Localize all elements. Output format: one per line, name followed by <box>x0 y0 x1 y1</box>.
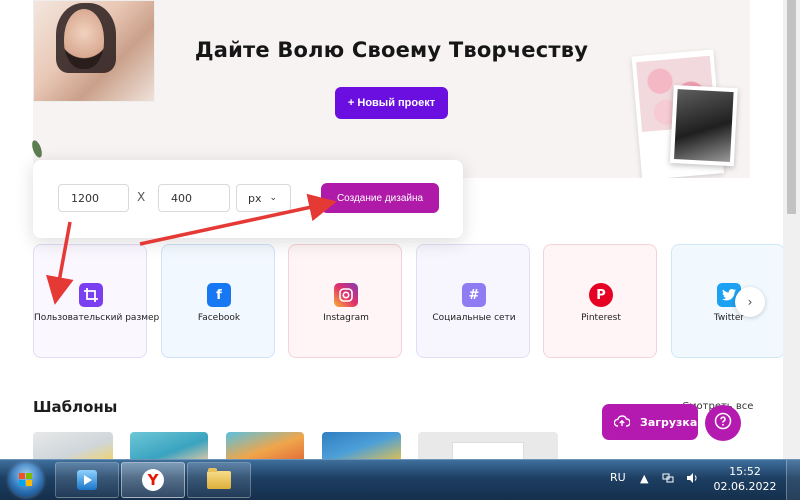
windows-taskbar: Y RU ▲ 15:52 02.06.2022 <box>0 459 800 500</box>
dimension-separator: X <box>137 190 146 204</box>
instagram-icon <box>334 283 358 307</box>
unit-value: px <box>248 191 262 205</box>
templates-title: Шаблоны <box>33 398 118 416</box>
hero-banner: Дайте Волю Своему Творчеству + Новый про… <box>33 0 750 178</box>
upload-button[interactable]: Загрузка <box>602 404 698 440</box>
category-label: Instagram <box>323 313 369 323</box>
taskbar-file-explorer[interactable] <box>187 462 251 498</box>
height-input[interactable]: 400 <box>158 184 230 212</box>
unit-select[interactable]: px ⌄ <box>236 184 291 212</box>
category-facebook[interactable]: f Facebook <box>161 244 275 358</box>
help-button[interactable] <box>705 405 741 441</box>
clock-time: 15:52 <box>729 465 761 478</box>
page-scrollbar[interactable] <box>783 0 800 459</box>
show-desktop-button[interactable] <box>786 460 800 500</box>
clock-date: 02.06.2022 <box>713 480 777 493</box>
tray-arrow-icon[interactable]: ▲ <box>640 472 648 485</box>
template-thumbnail[interactable] <box>33 432 113 459</box>
cloud-upload-icon <box>613 414 631 430</box>
carousel-next-button[interactable]: › <box>735 287 765 317</box>
template-thumbnail[interactable] <box>130 432 208 459</box>
hashtag-icon: # <box>462 283 486 307</box>
category-label: Пользовательский размер <box>34 313 160 323</box>
help-chat-icon <box>714 412 732 434</box>
taskbar-clock[interactable]: 15:52 02.06.2022 <box>712 464 778 494</box>
network-icon[interactable] <box>662 472 674 487</box>
crop-icon <box>79 283 103 307</box>
template-thumbnail[interactable] <box>226 432 304 459</box>
language-indicator[interactable]: RU <box>610 471 626 484</box>
category-label: Twitter <box>713 313 745 323</box>
width-input[interactable]: 1200 <box>58 184 129 212</box>
upload-label: Загрузка <box>640 415 698 429</box>
category-pinterest[interactable]: P Pinterest <box>543 244 657 358</box>
template-thumbnail[interactable] <box>418 432 558 459</box>
start-button[interactable] <box>2 461 50 499</box>
windows-logo-icon <box>9 463 43 497</box>
scrollbar-thumb[interactable] <box>787 0 796 214</box>
new-project-button[interactable]: + Новый проект <box>335 87 448 119</box>
pinterest-icon: P <box>589 283 613 307</box>
volume-icon[interactable] <box>686 472 698 487</box>
category-instagram[interactable]: Instagram <box>288 244 402 358</box>
custom-size-popup: 1200 X 400 px ⌄ Создание дизайна <box>33 160 463 238</box>
category-twitter[interactable]: Twitter <box>671 244 783 358</box>
category-custom-size[interactable]: Пользовательский размер <box>33 244 160 358</box>
chevron-down-icon: ⌄ <box>269 193 278 203</box>
template-thumbnail[interactable] <box>322 432 401 459</box>
hero-photo-collage <box>631 48 743 178</box>
taskbar-yandex-browser[interactable]: Y <box>121 462 185 498</box>
facebook-icon: f <box>207 283 231 307</box>
category-social-networks[interactable]: # Социальные сети <box>416 244 530 358</box>
yandex-browser-icon: Y <box>142 469 164 491</box>
category-label: Pinterest <box>581 313 621 323</box>
media-player-icon <box>77 470 97 490</box>
create-design-button[interactable]: Создание дизайна <box>321 183 439 213</box>
category-label: Социальные сети <box>432 313 516 323</box>
folder-icon <box>207 468 231 489</box>
category-label: Facebook <box>197 313 241 323</box>
chevron-right-icon: › <box>747 295 753 309</box>
browser-page: Дайте Волю Своему Творчеству + Новый про… <box>0 0 783 459</box>
taskbar-media-player[interactable] <box>55 462 119 498</box>
